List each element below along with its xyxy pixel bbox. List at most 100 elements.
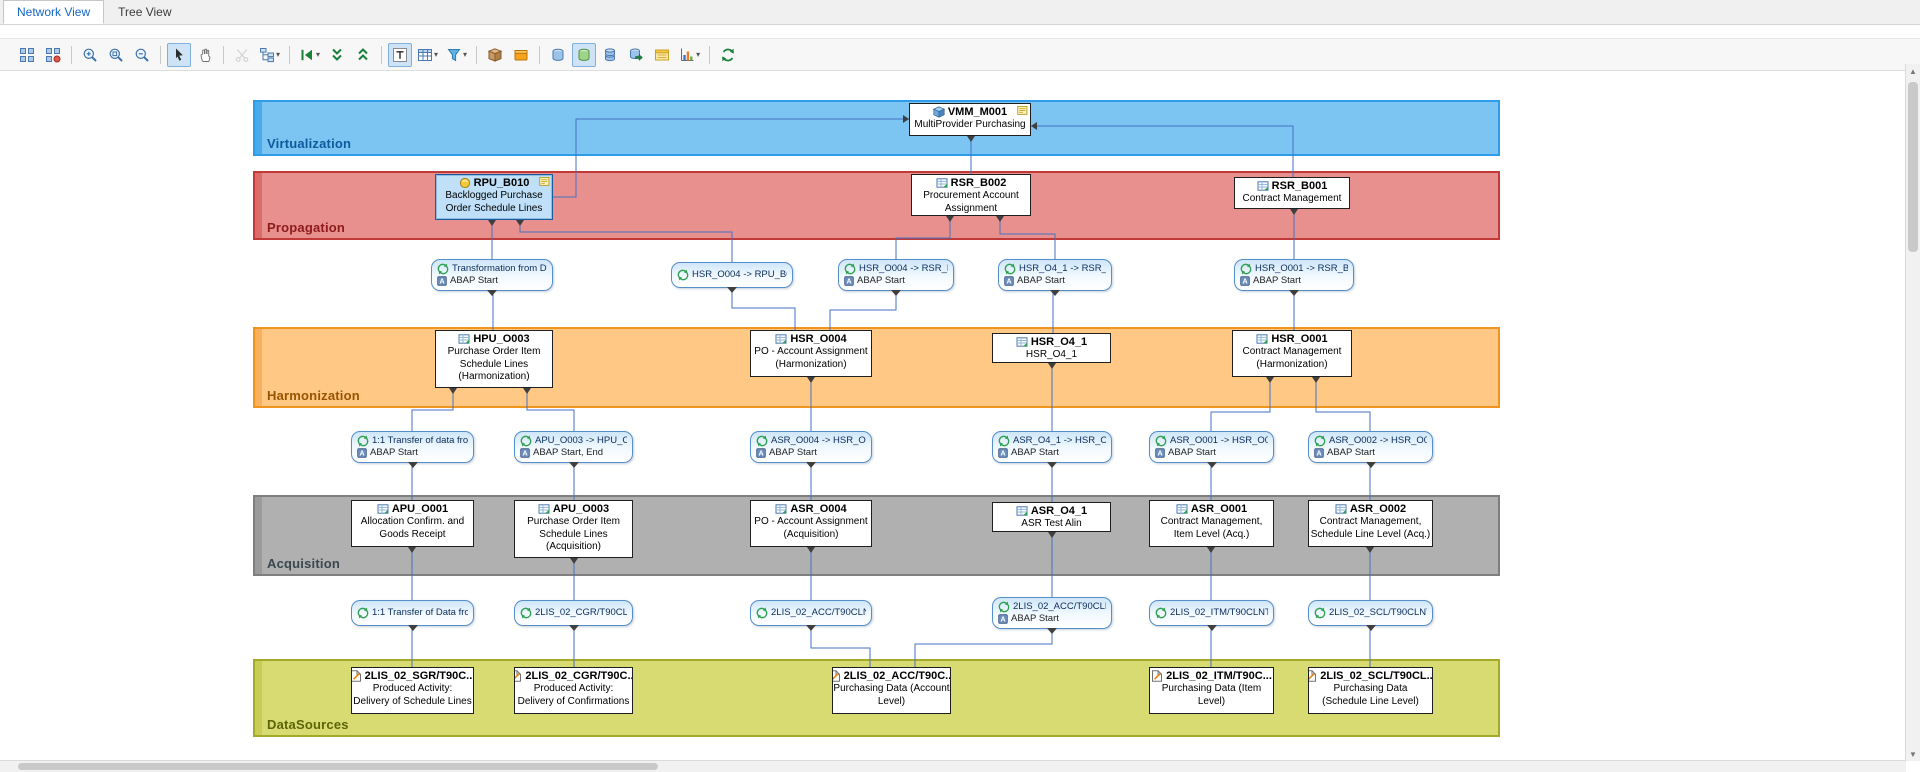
tx-asr-o002-hsr-o001[interactable]: ASR_O002 -> HSR_O001AABAP Start <box>1308 431 1433 463</box>
tab-tree-view[interactable]: Tree View <box>104 0 185 24</box>
node-asr-o002[interactable]: ASR_O002Contract Management,Schedule Lin… <box>1308 500 1433 547</box>
node-ds-2lis-02-itm[interactable]: 2LIS_02_ITM/T90C...Purchasing Data (Item… <box>1149 667 1274 714</box>
zoom-fit-icon[interactable] <box>104 43 128 67</box>
node-subtitle: ASR Test Alin <box>1021 518 1081 531</box>
tx-2lis-02-acc-1[interactable]: 2LIS_02_ACC/T90CLNT090 ->... <box>750 600 872 626</box>
tx-hsr-o004-rsr-b002[interactable]: HSR_O004 -> RSR_B002AABAP Start <box>838 259 954 291</box>
toolbar-separator <box>71 46 72 64</box>
node-subtitle: Contract Management <box>1243 346 1342 359</box>
tx-apu-o003-hpu-o003[interactable]: APU_O003 -> HPU_O003AABAP Start, End <box>514 431 633 463</box>
node-hsr-o4-1[interactable]: HSR_O4_1HSR_O4_1 <box>992 333 1111 363</box>
transform-subtitle: ABAP Start <box>1327 447 1375 459</box>
node-vmm-m001[interactable]: VMM_M001MultiProvider Purchasing <box>909 103 1031 136</box>
node-apu-o001[interactable]: APU_O001Allocation Confirm. andGoods Rec… <box>351 500 474 547</box>
pin-layout-icon[interactable] <box>41 43 65 67</box>
table-view-icon[interactable]: ▾ <box>414 43 441 67</box>
node-ds-2lis-02-cgr[interactable]: 2LIS_02_CGR/T90C...Produced Activity:Del… <box>514 667 633 714</box>
horizontal-scroll-thumb[interactable] <box>18 763 658 770</box>
node-title-row: ASR_O002 <box>1335 502 1406 516</box>
dso-icon <box>458 333 470 345</box>
app-window: { "tabs": [ {"label": "Network View", "a… <box>0 0 1920 772</box>
tx-dso-hp-rpu[interactable]: Transformation from DSO HP...AABAP Start <box>431 259 553 291</box>
layer-band-strip <box>255 497 262 574</box>
transform-icon <box>844 263 856 275</box>
chart-icon[interactable]: ▾ <box>676 43 703 67</box>
node-ds-2lis-02-scl[interactable]: 2LIS_02_SCL/T90CL...Purchasing Data(Sche… <box>1308 667 1433 714</box>
scroll-down-button[interactable]: ▼ <box>1906 747 1920 761</box>
note-icon[interactable] <box>539 176 550 187</box>
transform-title-row: ASR_O4_1 -> HSR_O4_1 <box>998 435 1106 447</box>
transform-subtitle-row: AABAP Start <box>357 447 468 459</box>
view-tabbar: Network View Tree View <box>0 0 1920 25</box>
node-title-row: ASR_O4_1 <box>1016 504 1087 518</box>
package-icon[interactable] <box>483 43 507 67</box>
transform-title: ASR_O001 -> HSR_O001 <box>1170 435 1268 447</box>
note-icon[interactable] <box>1017 105 1028 116</box>
navigate-first-icon[interactable]: ▾ <box>296 43 323 67</box>
tx-apu-transfer[interactable]: 1:1 Transfer of data from APU...AABAP St… <box>351 431 474 463</box>
hierarchy-view-icon[interactable]: ▾ <box>256 43 283 67</box>
node-hsr-o004[interactable]: HSR_O004PO - Account Assignment(Harmoniz… <box>750 330 872 377</box>
node-ds-2lis-02-sgr[interactable]: 2LIS_02_SGR/T90C...Produced Activity:Del… <box>351 667 474 714</box>
node-rsr-b002[interactable]: RSR_B002Procurement AccountAssignment <box>911 174 1031 216</box>
cube-icon <box>933 106 945 118</box>
infoarea-icon[interactable] <box>509 43 533 67</box>
transform-title-row: 2LIS_02_ACC/T90CLNT090 ->... <box>756 607 866 619</box>
node-rsr-b001[interactable]: RSR_B001Contract Management <box>1234 177 1350 209</box>
node-apu-o003[interactable]: APU_O003Purchase Order ItemSchedule Line… <box>514 500 633 558</box>
node-title-row: HSR_O004 <box>775 332 846 346</box>
tx-asr-o004-hsr-o004[interactable]: ASR_O004 -> HSR_O004AABAP Start <box>750 431 872 463</box>
node-subtitle: Delivery of Schedule Lines <box>353 696 471 709</box>
node-hsr-o001[interactable]: HSR_O001Contract Management(Harmonizatio… <box>1232 330 1352 377</box>
node-title-row: 2LIS_02_CGR/T90C... <box>514 669 633 683</box>
expand-all-icon[interactable] <box>325 43 349 67</box>
tx-2lis-02-itm[interactable]: 2LIS_02_ITM/T90CLNT090 ->... <box>1149 600 1274 626</box>
arrange-grid-icon[interactable] <box>15 43 39 67</box>
node-title-row: 2LIS_02_SGR/T90C... <box>351 669 474 683</box>
multiprovider-toggle-icon[interactable] <box>598 43 622 67</box>
tx-asr-o001-hsr-o001[interactable]: ASR_O001 -> HSR_O001AABAP Start <box>1149 431 1274 463</box>
filter-icon[interactable]: ▾ <box>443 43 470 67</box>
tx-2lis-02-cgr[interactable]: 2LIS_02_CGR/T90CLNT090 ->... <box>514 600 633 626</box>
vertical-scroll-thumb[interactable] <box>1908 82 1918 252</box>
horizontal-scrollbar[interactable] <box>0 760 1906 772</box>
tx-hsr-o001-rsr-b001[interactable]: HSR_O001 -> RSR_B001AABAP Start <box>1234 259 1354 291</box>
node-subtitle: Schedule Line Level (Acq.) <box>1311 529 1431 542</box>
node-hpu-o003[interactable]: HPU_O003Purchase Order ItemSchedule Line… <box>435 330 553 388</box>
node-ds-2lis-02-acc[interactable]: 2LIS_02_ACC/T90C...Purchasing Data (Acco… <box>832 667 951 714</box>
tx-hsr-o4-1-rsr-b002[interactable]: HSR_O4_1 -> RSR_B002AABAP Start <box>998 259 1112 291</box>
svg-text:A: A <box>1157 450 1162 458</box>
tx-2lis-02-scl[interactable]: 2LIS_02_SCL/T90CLNT090 ->... <box>1308 600 1433 626</box>
svg-text:A: A <box>846 278 851 286</box>
transform-icon <box>998 435 1010 447</box>
datasource-toggle-icon[interactable] <box>650 43 674 67</box>
dso-toggle-icon[interactable] <box>546 43 570 67</box>
node-title-row: RSR_B002 <box>936 176 1007 190</box>
node-asr-o4-1[interactable]: ASR_O4_1ASR Test Alin <box>992 502 1111 532</box>
vertical-scrollbar[interactable]: ▲ ▼ <box>1905 64 1920 761</box>
refresh-icon[interactable] <box>716 43 740 67</box>
dso-icon <box>1016 505 1028 517</box>
zoom-out-icon[interactable] <box>130 43 154 67</box>
tab-network-view[interactable]: Network View <box>3 0 104 24</box>
tx-hsr-o004-rpu-b010[interactable]: HSR_O004 -> RPU_B010 <box>671 262 793 288</box>
tx-asr-o4-1-hsr-o4-1[interactable]: ASR_O4_1 -> HSR_O4_1AABAP Start <box>992 431 1112 463</box>
select-tool-icon[interactable] <box>167 43 191 67</box>
text-tool-icon[interactable] <box>388 43 412 67</box>
openhub-toggle-icon[interactable] <box>624 43 648 67</box>
transform-subtitle: ABAP Start, End <box>533 447 603 459</box>
infocube-toggle-icon[interactable] <box>572 43 596 67</box>
scroll-up-button[interactable]: ▲ <box>1906 64 1920 78</box>
diagram-canvas[interactable]: VirtualizationPropagationHarmonizationAc… <box>0 0 1920 772</box>
tx-2lis-02-acc-2[interactable]: 2LIS_02_ACC/T90CLNT090 ->...AABAP Start <box>992 597 1112 629</box>
node-asr-o001[interactable]: ASR_O001Contract Management,Item Level (… <box>1149 500 1274 547</box>
pan-tool-icon[interactable] <box>193 43 217 67</box>
node-title: RPU_B010 <box>474 176 530 190</box>
zoom-in-icon[interactable] <box>78 43 102 67</box>
collapse-all-icon[interactable] <box>351 43 375 67</box>
node-subtitle: Level) <box>1198 696 1225 709</box>
tx-2lis-transfer[interactable]: 1:1 Transfer of Data from 2LIS... <box>351 600 474 626</box>
node-title-row: HPU_O003 <box>458 332 529 346</box>
node-asr-o004[interactable]: ASR_O004PO - Account Assignment(Acquisit… <box>750 500 872 547</box>
node-rpu-b010[interactable]: RPU_B010Backlogged PurchaseOrder Schedul… <box>435 174 553 220</box>
